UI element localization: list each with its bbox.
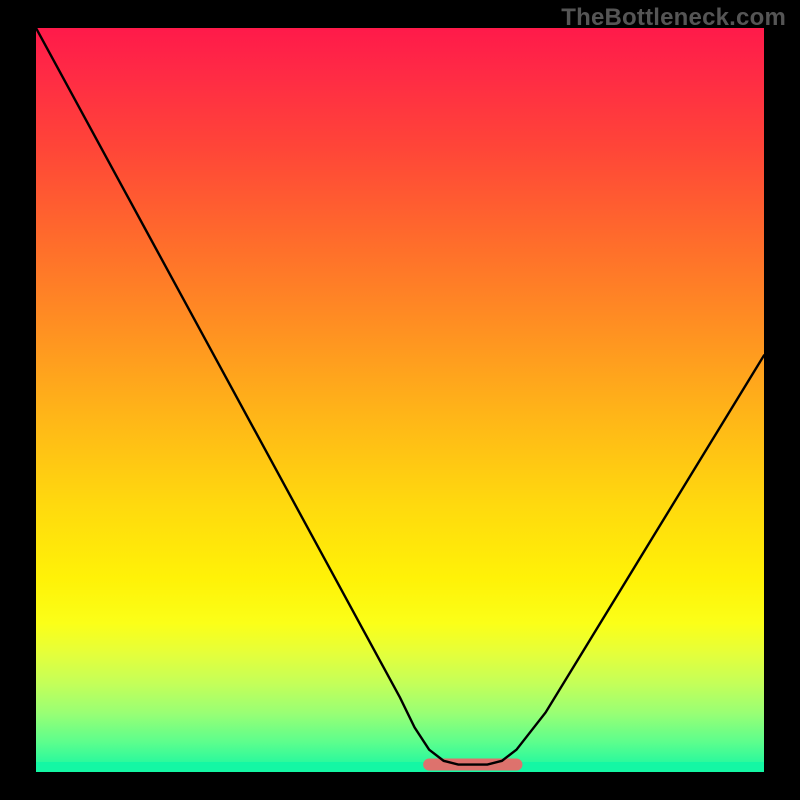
plot-area <box>36 28 764 772</box>
curve-layer <box>36 28 764 772</box>
watermark-text: TheBottleneck.com <box>561 4 786 32</box>
bottleneck-curve <box>36 28 764 765</box>
chart-frame: TheBottleneck.com <box>0 0 800 800</box>
